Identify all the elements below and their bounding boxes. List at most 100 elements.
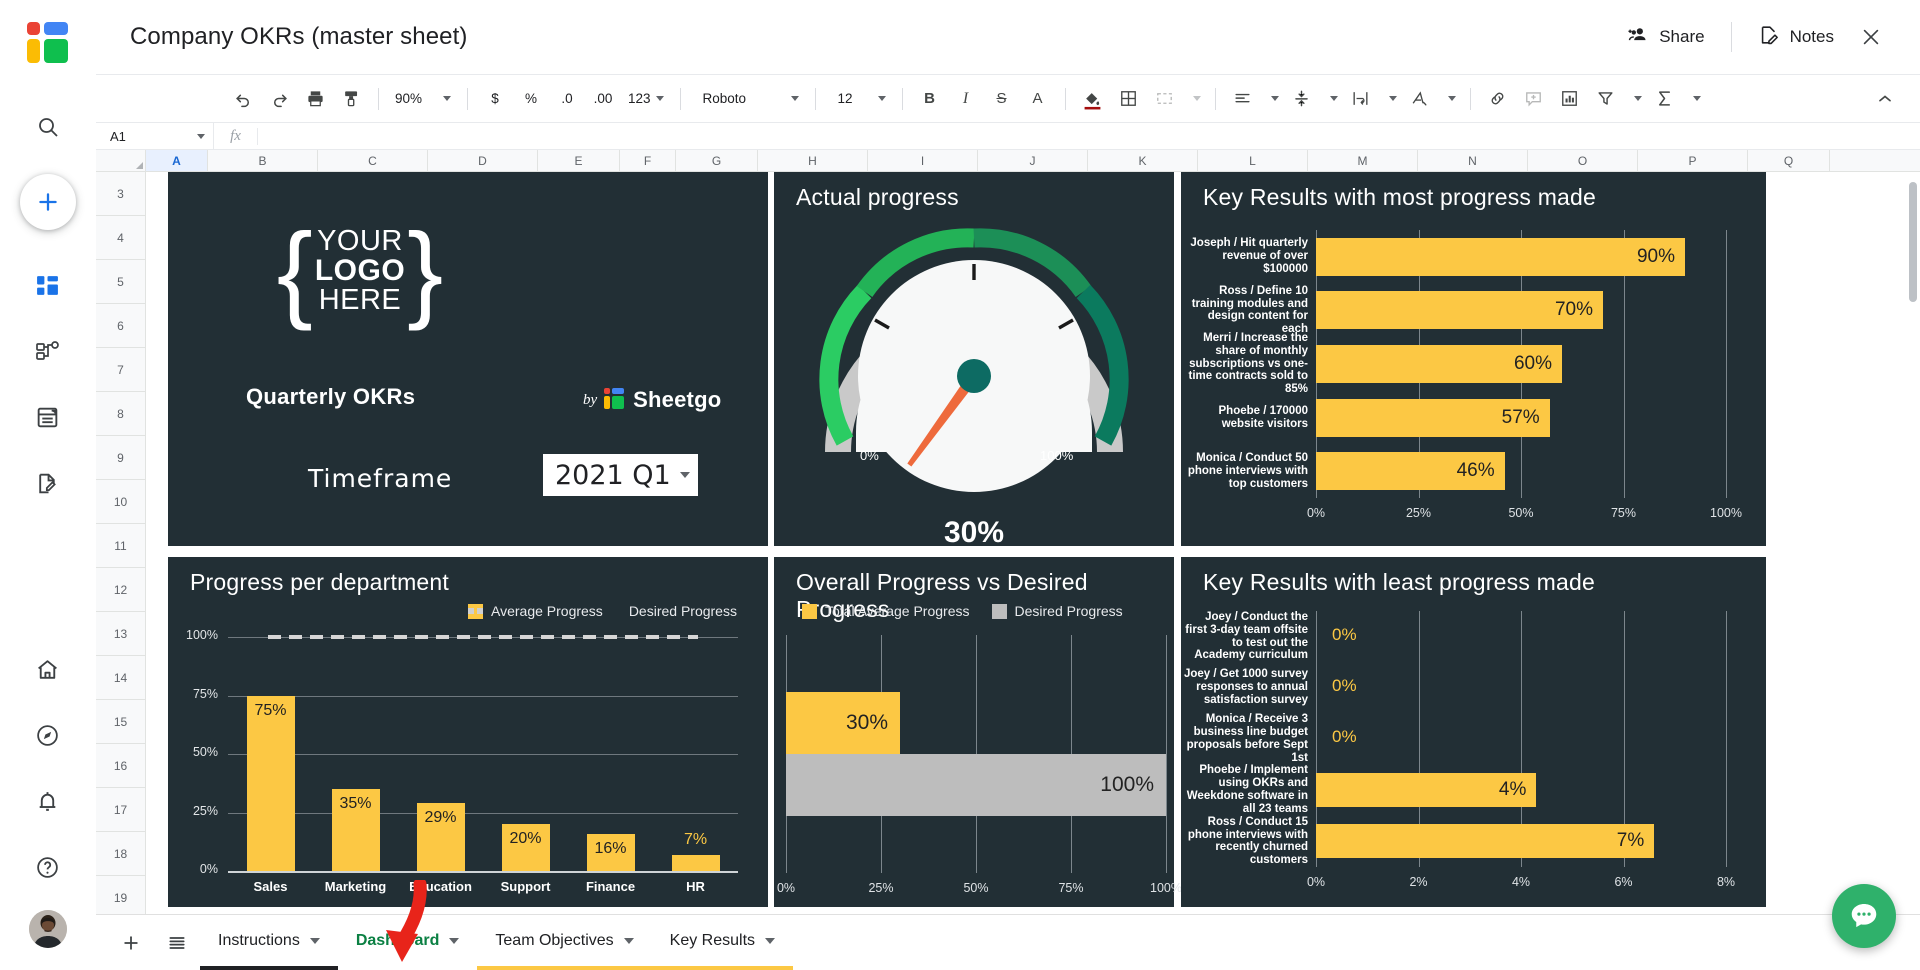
row-header-18[interactable]: 18 [96,832,145,876]
add-sheet-button[interactable] [108,915,154,970]
decrease-decimal-button[interactable]: .0 [550,82,584,116]
percent-format-button[interactable]: % [514,82,548,116]
row-header-3[interactable]: 3 [96,172,145,216]
search-icon[interactable] [24,103,72,151]
insert-chart-icon[interactable] [1553,82,1587,116]
share-button[interactable]: Share [1613,15,1718,60]
row-header-12[interactable]: 12 [96,568,145,612]
row-header-19[interactable]: 19 [96,876,145,914]
zoom-select[interactable]: 90% [389,82,457,116]
avatar[interactable] [28,910,67,948]
notifications-bell-icon[interactable] [24,777,72,825]
row-header-10[interactable]: 10 [96,480,145,524]
merge-dropdown-icon[interactable] [1184,82,1205,116]
column-header-l[interactable]: L [1198,150,1308,171]
text-color-button[interactable]: A [1021,82,1055,116]
column-header-i[interactable]: I [868,150,978,171]
column-header-j[interactable]: J [978,150,1088,171]
notes-button[interactable]: Notes [1744,15,1848,60]
chevron-down-icon[interactable] [449,937,460,944]
collapse-toolbar-icon[interactable] [1868,82,1902,116]
paint-format-icon[interactable] [334,82,368,116]
merge-cells-icon[interactable] [1148,82,1182,116]
sheet-canvas[interactable]: { YOUR LOGO HERE } Quarterly OKRs by She… [146,172,1920,914]
all-sheets-menu-button[interactable] [154,915,200,970]
filter-dropdown-icon[interactable] [1625,82,1646,116]
row-header-16[interactable]: 16 [96,744,145,788]
functions-dropdown-icon[interactable] [1684,82,1705,116]
select-all-corner[interactable] [96,150,146,171]
column-header-b[interactable]: B [208,150,318,171]
chevron-down-icon[interactable] [309,937,320,944]
column-header-c[interactable]: C [318,150,428,171]
rotation-dropdown-icon[interactable] [1439,82,1460,116]
column-header-g[interactable]: G [676,150,758,171]
borders-icon[interactable] [1112,82,1146,116]
row-header-6[interactable]: 6 [96,304,145,348]
font-size-select[interactable]: 12 [832,82,892,116]
functions-icon[interactable] [1648,82,1682,116]
chevron-down-icon[interactable] [623,937,634,944]
strikethrough-button[interactable]: S [985,82,1019,116]
print-icon[interactable] [298,82,332,116]
formula-input[interactable] [258,123,1920,149]
bold-button[interactable]: B [913,82,947,116]
row-header-8[interactable]: 8 [96,392,145,436]
insert-comment-icon[interactable] [1517,82,1551,116]
timeframe-select[interactable]: 2021 Q1 [543,454,698,496]
insert-link-icon[interactable] [1481,82,1515,116]
column-header-q[interactable]: Q [1748,150,1830,171]
column-header-f[interactable]: F [620,150,676,171]
font-family-select[interactable]: Roboto [697,82,805,116]
column-header-h[interactable]: H [758,150,868,171]
name-box[interactable]: A1 [96,123,214,149]
vertical-scrollbar[interactable] [1908,176,1918,910]
text-wrap-icon[interactable] [1344,82,1378,116]
row-header-15[interactable]: 15 [96,700,145,744]
chat-support-button[interactable] [1832,884,1896,948]
column-header-a[interactable]: A [146,150,208,171]
vertical-align-icon[interactable] [1285,82,1319,116]
fill-color-icon[interactable] [1076,82,1110,116]
italic-button[interactable]: I [949,82,983,116]
redo-icon[interactable] [262,82,296,116]
create-new-button[interactable] [19,174,76,230]
currency-format-button[interactable]: $ [478,82,512,116]
connections-icon[interactable] [24,393,72,441]
column-header-m[interactable]: M [1308,150,1418,171]
dashboard-grid-icon[interactable] [24,261,72,309]
horizontal-align-icon[interactable] [1226,82,1260,116]
halign-dropdown-icon[interactable] [1262,82,1283,116]
row-header-11[interactable]: 11 [96,524,145,568]
edit-document-icon[interactable] [24,459,72,507]
sheet-tab-dashboard[interactable]: Dashboard [337,915,478,970]
sheet-tab-key-results[interactable]: Key Results [651,915,794,970]
column-header-e[interactable]: E [538,150,620,171]
column-header-o[interactable]: O [1528,150,1638,171]
valign-dropdown-icon[interactable] [1321,82,1342,116]
row-header-7[interactable]: 7 [96,348,145,392]
row-header-13[interactable]: 13 [96,612,145,656]
sheet-tab-team-objectives[interactable]: Team Objectives [477,915,652,970]
row-header-17[interactable]: 17 [96,788,145,832]
row-header-5[interactable]: 5 [96,260,145,304]
filter-icon[interactable] [1589,82,1623,116]
sheet-tab-instructions[interactable]: Instructions [200,915,338,970]
undo-icon[interactable] [226,82,260,116]
chevron-down-icon[interactable] [765,937,776,944]
column-header-p[interactable]: P [1638,150,1748,171]
row-header-14[interactable]: 14 [96,656,145,700]
column-header-k[interactable]: K [1088,150,1198,171]
close-icon[interactable] [1848,14,1894,60]
home-icon[interactable] [24,645,72,693]
column-header-d[interactable]: D [428,150,538,171]
increase-decimal-button[interactable]: .00 [586,82,620,116]
column-header-n[interactable]: N [1418,150,1528,171]
wrap-dropdown-icon[interactable] [1380,82,1401,116]
row-header-9[interactable]: 9 [96,436,145,480]
help-icon[interactable] [24,843,72,891]
explore-compass-icon[interactable] [24,711,72,759]
number-format-select[interactable]: 123 [622,82,670,116]
workflow-icon[interactable] [24,327,72,375]
text-rotation-icon[interactable] [1403,82,1437,116]
